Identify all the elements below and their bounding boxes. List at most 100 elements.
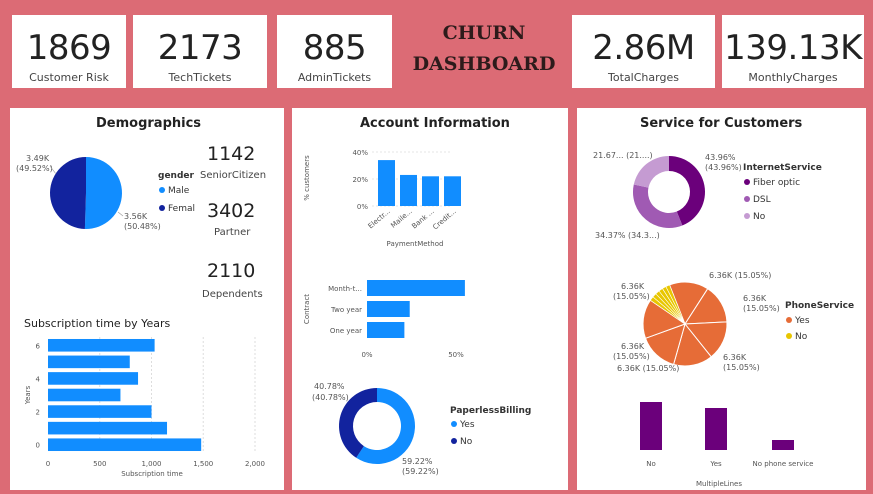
x-tick: 2,000: [245, 460, 265, 468]
x-tick: Electr...: [367, 207, 392, 230]
multiplelines-bar-chart: No Yes No phone service MultipleLines: [640, 402, 813, 488]
kpi-value: 2.86M: [592, 28, 695, 68]
account-svg: 0%20%40%Electr...Maile...Bank ...Credit.…: [303, 149, 531, 476]
demographics-panel: Demographics 1142 SeniorCitizen 3402 Par…: [10, 108, 284, 490]
x-tick: 0%: [361, 351, 372, 359]
demographics-svg: 3.49K(49.52%) 3.56K(50.48%) gender Male Fema…: [16, 154, 265, 478]
subscription-bar-3: [48, 388, 121, 402]
dashboard-title-line1: CHURN: [442, 22, 526, 44]
subscription-bar-chart: 0 500 1,000 1,500 2,000 0 2 4 6 Subscription time…: [24, 337, 265, 478]
dashboard-title: CHURN DASHBOARD: [408, 14, 560, 84]
payment-bar-chart: 0%20%40%Electr...Maile...Bank ...Credit.…: [303, 149, 461, 248]
phone-slice-label: (15.05%): [743, 304, 780, 313]
x-tick: Yes: [709, 460, 722, 468]
contract-bar-2: [367, 322, 405, 338]
y-tick: 20%: [352, 176, 368, 184]
subscription-bar-6: [48, 338, 155, 352]
internet-donut-chart: 43.96%(43.96%) 34.37% (34.3...) 21.67... (…: [593, 151, 822, 240]
kpi-card-tech-tickets: 2173 TechTickets: [133, 15, 267, 88]
contract-bar-chart: Month-t... Two year One year 0% 50% Contract: [303, 280, 465, 359]
paperless-pct-yes: (59.22%): [402, 467, 439, 476]
paperless-donut-chart: 40.78% (40.78%) 59.22%(59.22%) PaperlessBil…: [312, 382, 531, 476]
x-tick: 50%: [448, 351, 464, 359]
contract-bar-1: [367, 301, 410, 317]
kpi-card-monthly-charges: 139.13K MonthlyCharges: [722, 15, 864, 88]
account-panel: Account Information 0% 20% 40% Electr... Mai…: [292, 108, 568, 490]
gender-pct-male: (50.48%): [124, 222, 161, 231]
phone-slice-label: 6.36K: [621, 342, 645, 351]
paperless-label-yes: 59.22%: [402, 457, 433, 466]
legend-dot-yes: [451, 421, 457, 427]
kpi-card-admin-tickets: 885 AdminTickets: [277, 15, 392, 88]
multiplelines-bar-2: [772, 440, 794, 450]
payment-bar-3: [444, 176, 461, 206]
internet-legend-title: InternetService: [743, 163, 822, 173]
kpi-label: AdminTickets: [297, 71, 372, 84]
multiplelines-bar-1: [705, 408, 727, 450]
legend-femal: Femal: [168, 204, 195, 214]
pie-slice-2: [633, 156, 669, 188]
kpi-label: TotalCharges: [608, 71, 679, 84]
phone-pie-chart: 6.36K (15.05%)6.36K(15.05%)6.36K(15.05%)…: [613, 271, 854, 373]
gender-label-femal: 3.49K: [26, 154, 50, 163]
legend-item-2: No: [753, 212, 766, 222]
y-tick: 0%: [357, 203, 368, 211]
legend-dot-2: [744, 213, 750, 219]
phone-slice-label: 6.36K (15.05%): [709, 271, 771, 280]
legend-dot-male: [159, 187, 165, 193]
legend-item-1: DSL: [753, 195, 771, 205]
phone-legend-title: PhoneService: [785, 301, 854, 311]
dashboard-title-line2: DASHBOARD: [412, 53, 556, 75]
y-axis-title: % customers: [303, 155, 311, 201]
paperless-label-no: 40.78%: [314, 382, 345, 391]
y-tick: 0: [36, 442, 40, 450]
paperless-pct-no: (40.78%): [312, 393, 349, 402]
legend-dot-1: [786, 333, 792, 339]
legend-dot-no: [451, 438, 457, 444]
legend-dot-1: [744, 196, 750, 202]
legend-yes: Yes: [459, 420, 475, 430]
gender-legend-title: gender: [158, 171, 195, 181]
kpi-label: TechTickets: [168, 71, 232, 84]
payment-bar-1: [400, 174, 417, 206]
x-tick: No: [646, 460, 656, 468]
phone-slice-label: 6.36K (15.05%): [617, 364, 679, 373]
phone-slice-label: 6.36K: [743, 294, 767, 303]
y-tick: 2: [36, 409, 40, 417]
subscription-bar-2: [48, 405, 152, 418]
legend-dot-0: [786, 317, 792, 323]
kpi-label: Customer Risk: [29, 71, 109, 84]
phone-slice-label: 6.36K: [621, 282, 645, 291]
service-panel: Service for Customers 43.96% (43.96%) 34.3…: [577, 108, 866, 490]
x-axis-title: Subscription time: [121, 470, 183, 478]
payment-bar-0: [378, 160, 395, 206]
legend-item-0: Fiber optic: [753, 178, 800, 188]
gender-pie-chart: 3.49K(49.52%) 3.56K(50.48%) gender Male Fema…: [16, 154, 195, 231]
subscription-bar-4: [48, 372, 139, 385]
pie-slice-1: [633, 184, 683, 228]
kpi-card-customer-risk: 1869 Customer Risk: [12, 15, 126, 88]
y-axis-title: Contract: [303, 294, 311, 324]
multiplelines-bar-0: [640, 402, 662, 450]
subscription-bar-0: [48, 438, 202, 452]
contract-bar-0: [367, 280, 465, 296]
internet-label-fiber: 43.96%: [705, 153, 736, 162]
kpi-label: MonthlyCharges: [748, 71, 838, 84]
pie-slice-0: [84, 157, 122, 229]
paperless-legend-title: PaperlessBilling: [450, 406, 531, 416]
legend-item-0: Yes: [794, 316, 810, 326]
kpi-value: 1869: [26, 28, 112, 68]
x-tick: 1,000: [141, 460, 161, 468]
kpi-card-total-charges: 2.86M TotalCharges: [572, 15, 715, 88]
leader-line: [117, 211, 124, 217]
x-tick: 500: [93, 460, 106, 468]
legend-dot-femal: [159, 205, 165, 211]
x-tick: Maile...: [389, 207, 413, 229]
gender-label-male: 3.56K: [124, 212, 148, 221]
x-tick: 1,500: [193, 460, 213, 468]
legend-male: Male: [168, 186, 190, 196]
service-svg: 43.96%(43.96%) 34.37% (34.3...) 21.67... (…: [593, 151, 854, 488]
subscription-bar-5: [48, 355, 130, 369]
x-tick: Credit...: [431, 207, 457, 231]
y-tick: One year: [330, 327, 362, 335]
